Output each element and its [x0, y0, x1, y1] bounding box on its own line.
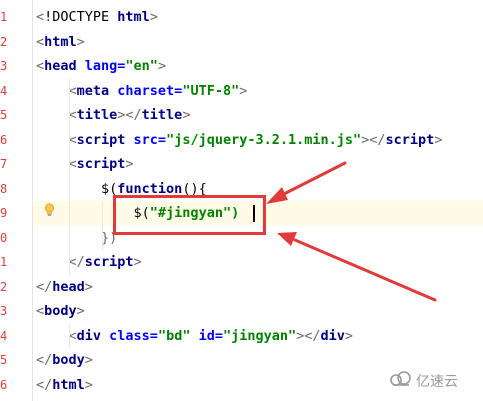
- annotation-arrowhead-top: [266, 187, 288, 204]
- watermark: 亿速云: [390, 370, 480, 392]
- cloud-logo-icon: [390, 371, 412, 391]
- indent-guide: [102, 201, 103, 250]
- annotation-arrowhead-bottom: [277, 232, 297, 246]
- indent-guide: [69, 323, 70, 348]
- annotation-arrow-top: [278, 161, 347, 198]
- indent-guide: [69, 78, 70, 275]
- code-editor[interactable]: 1234567890123456 <!DOCTYPE html> <html> <h…: [0, 0, 483, 401]
- annotation-arrows: [266, 161, 437, 302]
- watermark-text: 亿速云: [416, 374, 458, 390]
- annotation-arrow-bottom: [293, 238, 437, 302]
